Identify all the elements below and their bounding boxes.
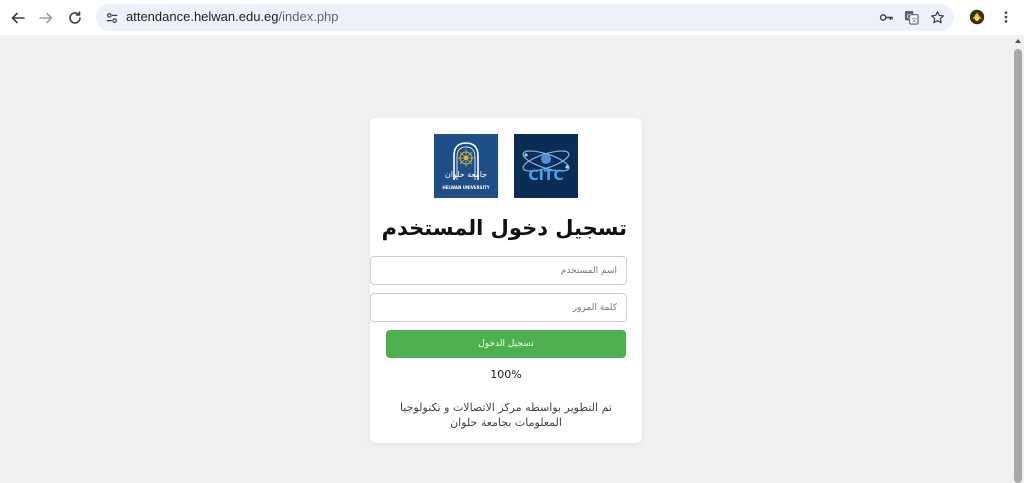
progress-text: 100% [490, 368, 522, 381]
vertical-dots-icon [1004, 11, 1008, 23]
browser-menu-button[interactable] [996, 7, 1016, 27]
extension-button[interactable] [967, 7, 987, 27]
url-text[interactable]: attendance.helwan.edu.eg/index.php [126, 9, 339, 24]
page-title: تسجيل دخول المستخدم [381, 216, 627, 240]
login-button[interactable]: تسجيل الدخول [386, 330, 626, 358]
footer-credit: تم التطوير بواسطه مركز الاتصالات و تكنول… [400, 401, 612, 429]
bookmark-button[interactable] [928, 8, 947, 27]
login-card: جامعة حلوان HELWAN UNIVERSITY CITC تسجيل… [370, 118, 642, 443]
logo-english-name: HELWAN UNIVERSITY [442, 185, 489, 190]
address-bar[interactable]: attendance.helwan.edu.eg/index.php G文 [96, 4, 954, 31]
tune-icon [106, 12, 117, 23]
arrow-left-icon [11, 12, 25, 24]
extension-icon [969, 9, 985, 25]
url-path: /index.php [278, 9, 339, 24]
star-icon [931, 11, 944, 24]
scroll-thumb[interactable] [1014, 49, 1022, 483]
translate-button[interactable]: G文 [902, 8, 921, 27]
arrow-right-icon [39, 12, 53, 24]
helwan-university-logo: جامعة حلوان HELWAN UNIVERSITY [434, 134, 498, 198]
reload-button[interactable] [62, 5, 88, 31]
scroll-up-arrow[interactable] [1015, 39, 1021, 43]
reload-icon [69, 11, 81, 24]
password-input[interactable] [370, 293, 627, 322]
forward-button[interactable] [33, 5, 59, 31]
site-info-button[interactable] [102, 8, 121, 27]
svg-text:文: 文 [912, 16, 918, 24]
password-key-button[interactable] [877, 8, 896, 27]
url-domain: attendance.helwan.edu.eg [126, 9, 279, 24]
translate-icon: G文 [904, 10, 919, 25]
logo-arabic-name: جامعة حلوان [445, 170, 487, 179]
browser-toolbar: attendance.helwan.edu.eg/index.php G文 [0, 0, 1024, 35]
page-scrollbar[interactable] [1012, 35, 1024, 483]
logo-citc-text: CITC [528, 168, 563, 184]
citc-logo: CITC [514, 134, 578, 198]
back-button[interactable] [5, 5, 31, 31]
username-input[interactable] [370, 256, 627, 285]
key-icon [879, 14, 893, 21]
